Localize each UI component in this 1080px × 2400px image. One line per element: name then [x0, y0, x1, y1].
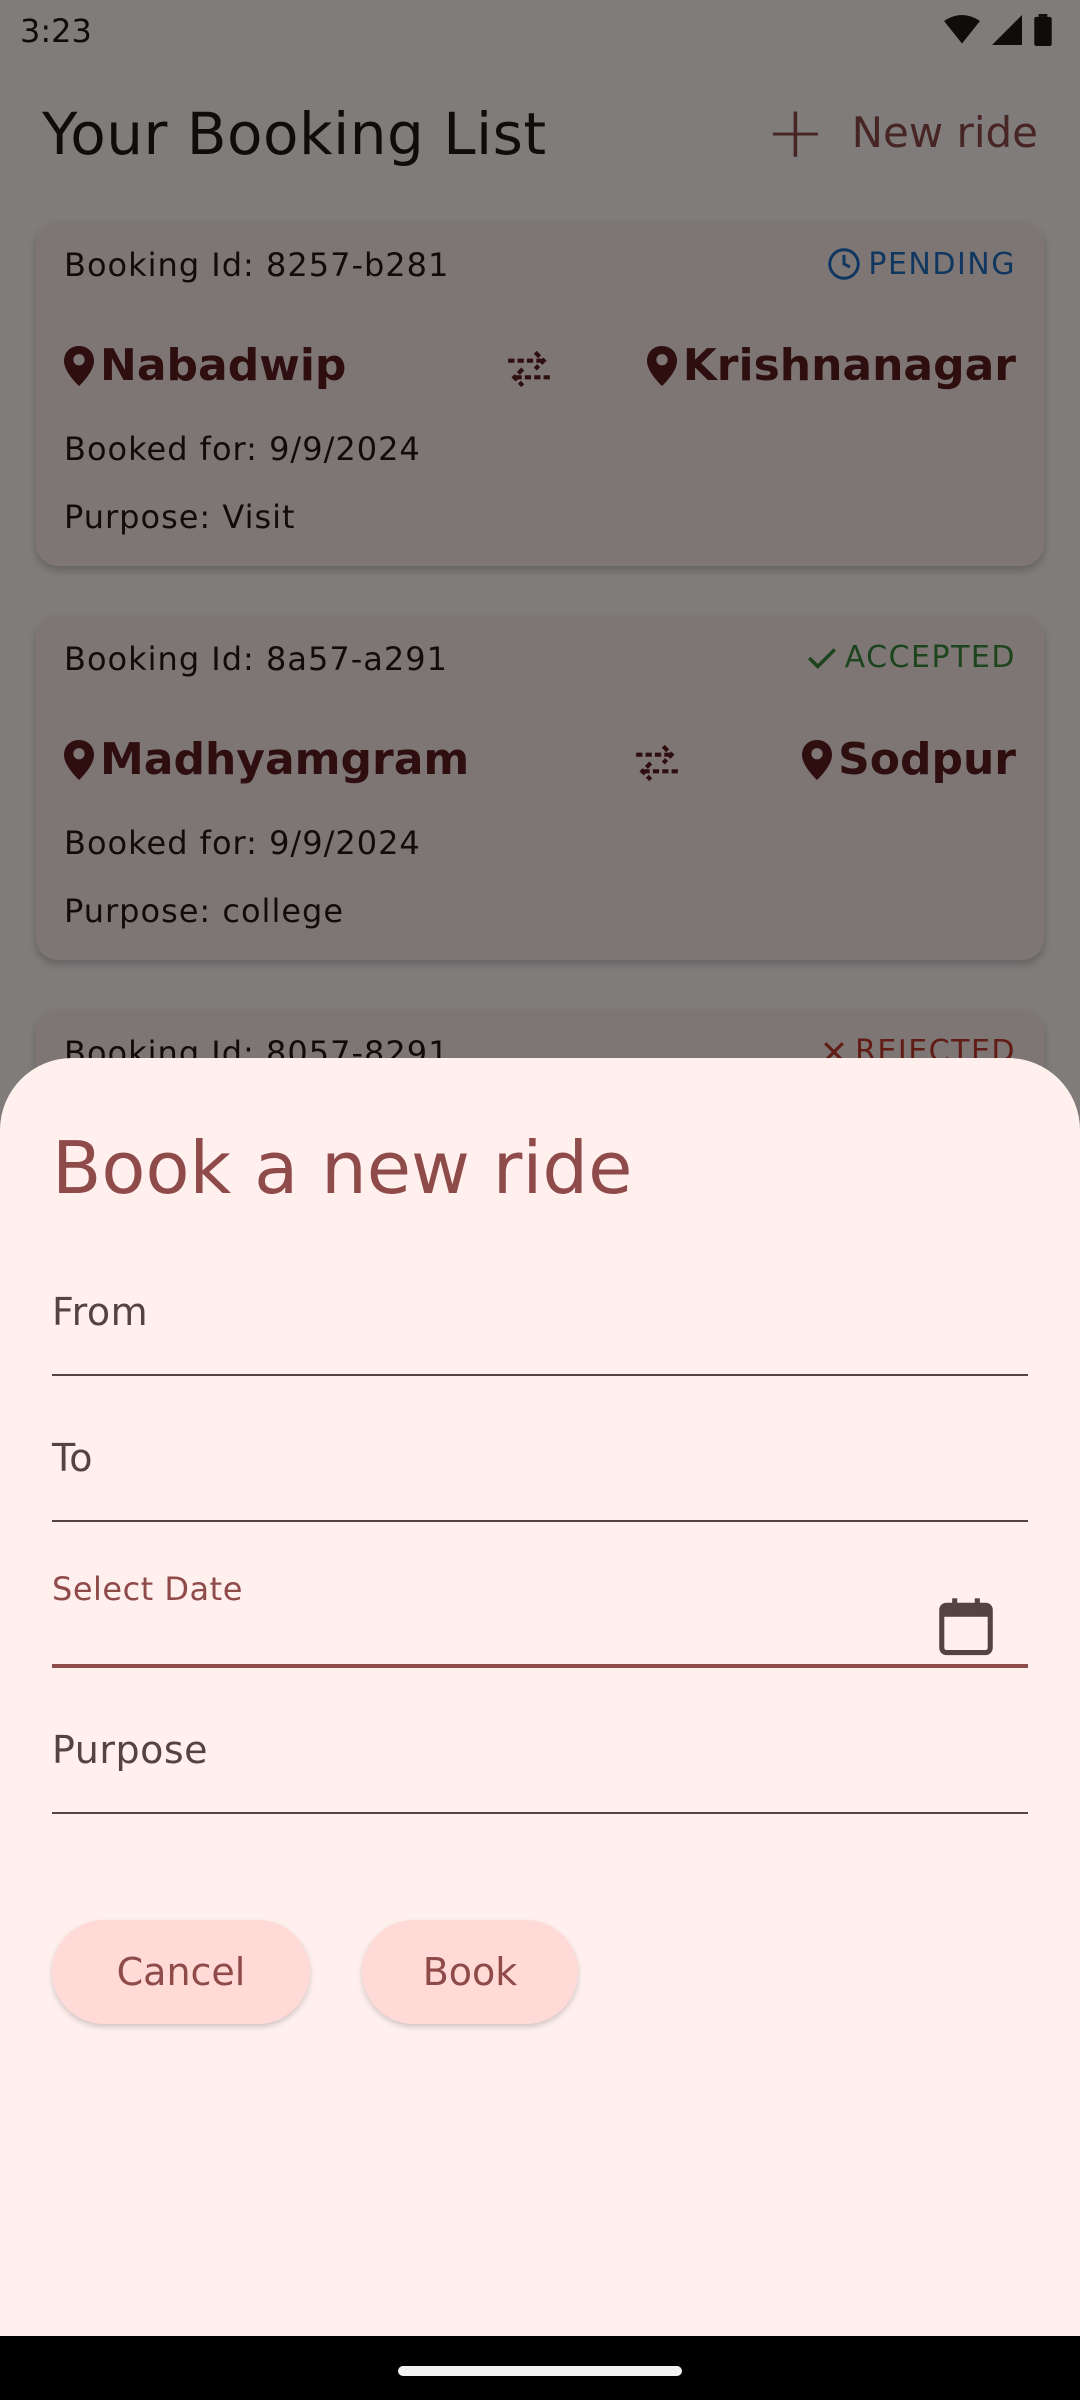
book-button[interactable]: Book [362, 1920, 578, 2024]
from-field[interactable]: From [52, 1256, 1028, 1376]
to-field[interactable]: To [52, 1402, 1028, 1522]
new-ride-bottom-sheet: Book a new ride From To Select Date Purp… [0, 1058, 1080, 2336]
to-input[interactable] [52, 1460, 932, 1510]
date-input[interactable] [52, 1604, 932, 1654]
date-field[interactable]: Select Date [52, 1548, 1028, 1668]
sheet-title: Book a new ride [52, 1126, 633, 1210]
home-indicator[interactable] [398, 2366, 682, 2376]
purpose-field[interactable]: Purpose [52, 1694, 1028, 1814]
date-label: Select Date [52, 1570, 243, 1608]
cancel-button[interactable]: Cancel [52, 1920, 310, 2024]
system-navigation-bar [0, 2336, 1080, 2400]
from-input[interactable] [52, 1314, 932, 1364]
calendar-icon[interactable] [938, 1596, 994, 1656]
purpose-input[interactable] [52, 1752, 932, 1802]
